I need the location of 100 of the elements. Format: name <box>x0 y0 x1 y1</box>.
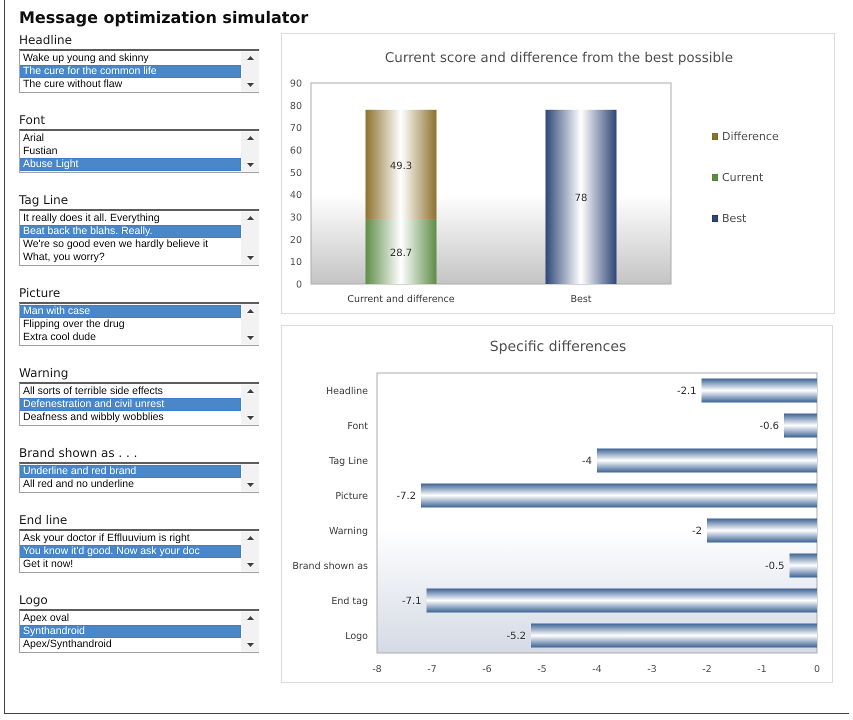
axis-tick-label: 50 <box>290 168 302 179</box>
category-label: Brand shown as <box>292 561 368 572</box>
data-label: -0.5 <box>764 561 784 572</box>
axis-tick-label: 80 <box>290 100 302 112</box>
list-item[interactable]: You know it'd good. Now ask your doc <box>20 545 241 558</box>
page-title: Message optimization simulator <box>19 8 310 27</box>
chart-title: Current score and difference from the best possible <box>384 50 734 66</box>
axis-tick-label: 0 <box>814 664 820 675</box>
data-label: -4 <box>582 456 592 467</box>
legend-label: Difference <box>722 130 779 143</box>
axis-tick-label: 60 <box>290 146 302 156</box>
list-item[interactable]: All sorts of terrible side effects <box>20 385 241 398</box>
list-item[interactable]: Apex oval <box>20 612 241 625</box>
list-item[interactable]: Ask your doctor if Effluuvium is right <box>20 532 241 545</box>
axis-tick-label: -7 <box>427 664 437 675</box>
scrollbar[interactable] <box>241 611 259 652</box>
scroll-up-icon[interactable] <box>246 216 254 220</box>
list-box[interactable]: Wake up young and skinny The cure for the common life The cure without flaw <box>19 49 259 93</box>
list-label: Picture <box>19 286 62 300</box>
scrollbar[interactable] <box>241 211 259 265</box>
list-label: Logo <box>19 593 49 607</box>
list-item[interactable]: Fustian <box>20 145 241 158</box>
list-item[interactable]: All red and no underline <box>20 478 241 491</box>
scroll-down-icon[interactable] <box>246 256 254 260</box>
scroll-up-icon[interactable] <box>246 536 254 540</box>
data-label: -2.1 <box>676 386 696 397</box>
scroll-down-icon[interactable] <box>246 643 254 647</box>
list-item[interactable]: We're so good even we hardly believe it <box>20 238 241 251</box>
list-label: Tag Line <box>19 193 70 207</box>
scroll-up-icon[interactable] <box>246 309 254 313</box>
category-label: Tag Line <box>329 456 368 467</box>
list-item[interactable]: Synthandroid <box>20 625 241 638</box>
list-box[interactable]: It really does it all. Everything Beat back the blahs. Really. We're so good even we hardly believe it What, you worry? <box>19 209 259 266</box>
data-label: -7.2 <box>396 491 416 502</box>
scrollbar[interactable] <box>241 384 259 425</box>
scroll-down-icon[interactable] <box>246 83 254 87</box>
scroll-down-icon[interactable] <box>246 563 254 567</box>
axis-tick-label: 90 <box>290 78 302 90</box>
list-item[interactable]: Arial <box>20 132 241 145</box>
axis-tick-label: -1 <box>757 664 767 675</box>
axis-tick-label: -8 <box>372 664 382 675</box>
data-label: -0.6 <box>759 421 779 432</box>
list-label: Font <box>19 113 46 127</box>
list-box[interactable]: Apex oval Synthandroid Apex/Synthandroid <box>19 609 259 653</box>
category-label: Font <box>347 421 368 432</box>
list-item[interactable]: Abuse Light <box>20 158 241 171</box>
scroll-up-icon[interactable] <box>246 56 254 60</box>
list-item[interactable]: It really does it all. Everything <box>20 212 241 225</box>
list-box[interactable]: Man with case Flipping over the drug Extra cool dude <box>19 302 259 346</box>
list-box[interactable]: Underline and red brand All red and no underline <box>19 462 259 493</box>
list-label: Warning <box>19 366 70 380</box>
category-label: Current and difference <box>347 294 455 305</box>
scroll-up-icon[interactable] <box>246 616 254 620</box>
list-item[interactable]: Deafness and wibbly wobblies <box>20 411 241 424</box>
axis-tick-label: 10 <box>290 257 302 268</box>
scroll-down-icon[interactable] <box>246 416 254 420</box>
axis-tick-label: -4 <box>592 664 602 675</box>
list-item[interactable]: Defenestration and civil unrest <box>20 398 241 411</box>
axis-tick-label: -6 <box>482 664 492 675</box>
scrollbar[interactable] <box>241 131 259 172</box>
scrollbar[interactable] <box>241 464 259 492</box>
list-label: Headline <box>19 33 74 47</box>
list-box[interactable]: Ask your doctor if Effluuvium is right You know it'd good. Now ask your doc Get it now! <box>19 529 259 573</box>
scrollbar[interactable] <box>241 304 259 345</box>
category-label: End tag <box>331 596 368 607</box>
data-label: 49.3 <box>390 160 412 172</box>
list-item[interactable]: What, you worry? <box>20 251 241 264</box>
axis-tick-label: 20 <box>290 234 302 246</box>
scrollbar[interactable] <box>241 51 259 92</box>
axis-tick-label: -5 <box>537 664 547 675</box>
data-label: -5.2 <box>506 631 526 642</box>
category-label: Best <box>570 294 592 305</box>
scroll-down-icon[interactable] <box>246 336 254 340</box>
scroll-up-icon[interactable] <box>246 389 254 393</box>
legend-label: Best <box>722 212 746 225</box>
axis-tick-label: 0 <box>296 280 302 290</box>
scroll-down-icon[interactable] <box>246 163 254 167</box>
data-label: 28.7 <box>390 248 412 259</box>
list-item[interactable]: Get it now! <box>20 558 241 571</box>
category-label: Logo <box>345 631 368 642</box>
list-box[interactable]: Arial Fustian Abuse Light <box>19 129 259 173</box>
scroll-up-icon[interactable] <box>246 136 254 140</box>
axis-tick-label: -2 <box>702 664 712 675</box>
list-box[interactable]: All sorts of terrible side effects Defenestration and civil unrest Deafness and wibbly wobblies <box>19 382 259 426</box>
scroll-down-icon[interactable] <box>246 483 254 487</box>
list-item[interactable]: Underline and red brand <box>20 465 241 478</box>
list-item[interactable]: Apex/Synthandroid <box>20 638 241 651</box>
category-label: Headline <box>326 386 368 397</box>
chart-title: Specific differences <box>490 339 626 355</box>
list-item[interactable]: Man with case <box>20 305 241 318</box>
list-item[interactable]: Extra cool dude <box>20 331 241 344</box>
list-item[interactable]: Beat back the blahs. Really. <box>20 225 241 238</box>
list-item[interactable]: The cure for the common life <box>20 65 241 78</box>
axis-tick-label: 40 <box>290 190 302 202</box>
scrollbar[interactable] <box>241 531 259 572</box>
axis-tick-label: 70 <box>290 123 302 134</box>
list-item[interactable]: Wake up young and skinny <box>20 52 241 65</box>
list-item[interactable]: Flipping over the drug <box>20 318 241 331</box>
list-item[interactable]: The cure without flaw <box>20 78 241 91</box>
axis-tick-label: -3 <box>647 664 657 675</box>
